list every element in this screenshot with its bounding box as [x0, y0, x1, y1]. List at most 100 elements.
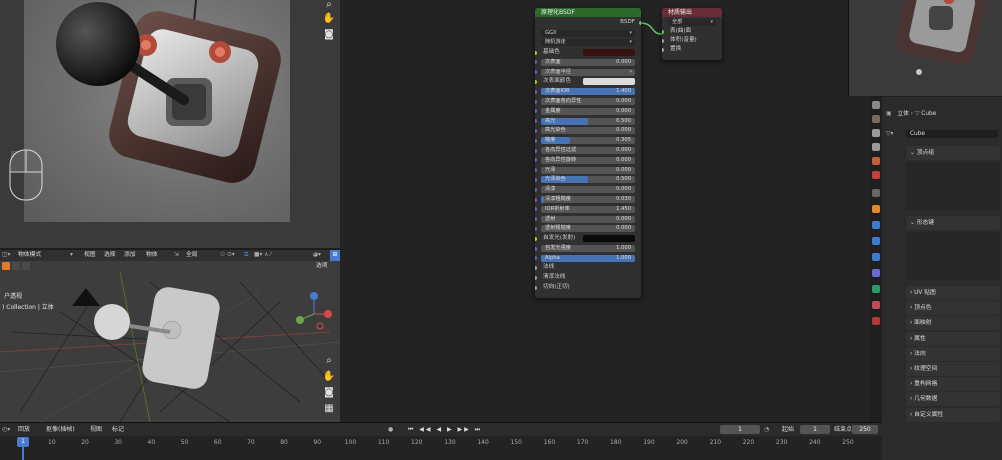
panel-header[interactable]: › 面映射 — [906, 316, 1000, 331]
bsdf-input-row[interactable]: 透射粗糙度 0.000 — [535, 224, 641, 234]
value-slider[interactable]: 次表面各向异性 0.000 — [541, 98, 635, 106]
3d-viewport[interactable]: ◫▾ 物体模式 ▾ 视图 选择 添加 物体 ⇲ 全局 ⚇ ⊙▾ ⧉ ■▾ ∧ ⁄ ◕▾… — [0, 250, 340, 422]
pin-icon[interactable]: ▣ — [886, 111, 891, 117]
value-slider[interactable]: 各向异性旋转 0.000 — [541, 156, 635, 164]
particles-tab-icon[interactable] — [872, 237, 880, 245]
mode-selector[interactable]: 物体模式 — [18, 250, 41, 261]
select-box-icon[interactable] — [2, 262, 10, 270]
record-icon[interactable]: ● — [388, 423, 393, 437]
value-slider[interactable]: 自发光强度 1.000 — [541, 245, 635, 253]
input-socket[interactable] — [535, 236, 537, 241]
value-slider[interactable]: 光泽 0.000 — [541, 166, 635, 174]
gizmo-toggle-icon[interactable]: ⊞ — [330, 250, 340, 261]
scene-tab-icon[interactable] — [872, 157, 880, 165]
input-socket[interactable] — [535, 158, 537, 163]
bsdf-input-row[interactable]: Alpha 1.000 — [535, 253, 641, 263]
panel-header[interactable]: › 属性 — [906, 331, 1000, 346]
input-socket[interactable] — [535, 266, 537, 271]
bsdf-input-row[interactable]: 光泽染色 0.500 — [535, 175, 641, 185]
bsdf-input-row[interactable]: 次表面 0.000 — [535, 57, 641, 67]
input-socket[interactable] — [535, 79, 537, 84]
clock-icon[interactable]: ◴▾ — [2, 423, 10, 437]
viewport-menu-item[interactable]: 选择 — [104, 250, 116, 261]
bsdf-input-row[interactable]: 各向异性旋转 0.000 — [535, 155, 641, 165]
viewport-menu-item[interactable]: 物体 — [146, 250, 158, 261]
input-socket[interactable] — [535, 207, 537, 212]
render-tab-icon[interactable] — [872, 115, 880, 123]
bsdf-input-row[interactable]: 金属度 0.000 — [535, 106, 641, 116]
preview-window[interactable] — [848, 0, 1002, 96]
texture-tab-icon[interactable] — [872, 317, 880, 325]
physics-tab-icon[interactable] — [872, 253, 880, 261]
hand-pan-icon[interactable]: ✋ — [322, 370, 336, 384]
hand-pan-icon[interactable]: ✋ — [322, 12, 336, 26]
modifier-tab-icon[interactable] — [872, 221, 880, 229]
material-tab-icon[interactable] — [872, 301, 880, 309]
input-socket[interactable] — [662, 38, 664, 43]
input-socket[interactable] — [662, 47, 664, 52]
bsdf-input-row[interactable]: 基础色 — [535, 48, 641, 58]
world-tab-icon[interactable] — [872, 171, 880, 179]
end-frame-field[interactable]: 250 — [852, 425, 878, 434]
value-slider[interactable]: 次表面IOR 1.400 — [541, 88, 635, 96]
data-tab-icon[interactable] — [872, 285, 880, 293]
input-socket[interactable] — [535, 60, 537, 65]
output-input-row[interactable]: 置换 — [662, 45, 722, 54]
viewport-menu-item[interactable]: 视图 — [84, 250, 96, 261]
input-socket[interactable] — [535, 99, 537, 104]
bsdf-input-row[interactable]: 清漆 0.000 — [535, 185, 641, 195]
timeline-menu-item[interactable]: 抠像(插帧) — [46, 423, 75, 437]
viewport-menu-item[interactable]: 添加 — [124, 250, 136, 261]
value-slider[interactable]: 高光染色 0.000 — [541, 127, 635, 135]
input-socket[interactable] — [535, 148, 537, 153]
playhead[interactable]: 1 — [17, 437, 29, 447]
panel-header[interactable]: › 纹理空间 — [906, 362, 1000, 376]
bsdf-input-row[interactable]: 次表面IOR 1.400 — [535, 87, 641, 97]
bsdf-output-socket[interactable] — [639, 21, 641, 25]
principled-bsdf-node[interactable]: 原理化BSDF BSDF GGX ▾ 随机游走 ▾ 基础色 次表面 0.000 次表面… — [535, 8, 641, 298]
input-socket[interactable] — [535, 70, 537, 75]
mesh-data-icon[interactable]: ▽▾ — [886, 131, 893, 137]
tool-tab-icon[interactable] — [872, 101, 880, 109]
bsdf-node-title[interactable]: 原理化BSDF — [535, 8, 641, 17]
timeline-ruler[interactable]: 1102030405060708090100110120130140150160… — [0, 436, 882, 460]
bsdf-input-row[interactable]: 自发光(发射) — [535, 234, 641, 244]
overlay-icon[interactable]: ◕▾ — [313, 250, 321, 261]
input-socket[interactable] — [535, 138, 537, 143]
output-target-dropdown[interactable]: 全部 ▾ — [668, 18, 716, 26]
collection-tab-icon[interactable] — [872, 189, 880, 197]
playback-controls[interactable]: ⏮ ◀◀ ◀ ▶ ▶▶ ⏭ — [408, 423, 482, 437]
shader-node-editor[interactable]: 原理化BSDF BSDF GGX ▾ 随机游走 ▾ 基础色 次表面 0.000 次表面… — [340, 0, 870, 422]
bsdf-input-row[interactable]: 次表面半径 ▾ — [535, 67, 641, 77]
grid-view-icon[interactable]: ▦ — [322, 402, 336, 416]
timeline-menu-item[interactable]: 视图 — [90, 423, 102, 437]
bsdf-input-row[interactable]: 高光 0.500 — [535, 116, 641, 126]
value-slider[interactable]: 光泽染色 0.500 — [541, 176, 635, 184]
subsurface-method-dropdown[interactable]: 随机游走 ▾ — [541, 39, 635, 47]
input-socket[interactable] — [662, 29, 664, 34]
bsdf-input-row[interactable]: 自发光强度 1.000 — [535, 244, 641, 254]
timer-icon[interactable]: ◔ — [764, 423, 769, 437]
panel-list-box[interactable] — [906, 162, 1000, 210]
camera-icon[interactable]: ◙ — [322, 28, 336, 42]
panel-header[interactable]: › 几何数据 — [906, 392, 1000, 407]
input-socket[interactable] — [535, 177, 537, 182]
panel-header[interactable]: ⌄ 形态键 — [906, 216, 1000, 230]
input-socket[interactable] — [535, 256, 537, 261]
input-socket[interactable] — [535, 197, 537, 202]
input-socket[interactable] — [535, 285, 537, 290]
transform-orientation[interactable]: 全局 — [186, 250, 198, 261]
start-frame-field[interactable]: 1 — [800, 425, 830, 434]
value-slider[interactable]: 透射 0.000 — [541, 215, 635, 223]
input-socket[interactable] — [535, 246, 537, 251]
output-tab-icon[interactable] — [872, 129, 880, 137]
value-slider[interactable]: 糙度 0.305 — [541, 137, 635, 145]
bsdf-input-row[interactable]: 高光染色 0.000 — [535, 126, 641, 136]
value-slider[interactable]: 各向异性过滤 0.000 — [541, 147, 635, 155]
input-socket[interactable] — [535, 119, 537, 124]
navigation-gizmo[interactable] — [290, 290, 338, 336]
input-socket[interactable] — [535, 187, 537, 192]
view-layer-tab-icon[interactable] — [872, 143, 880, 151]
proportional-icon[interactable]: ■▾ ∧ ⁄ — [254, 250, 271, 261]
value-slider[interactable]: 透射粗糙度 0.000 — [541, 225, 635, 233]
